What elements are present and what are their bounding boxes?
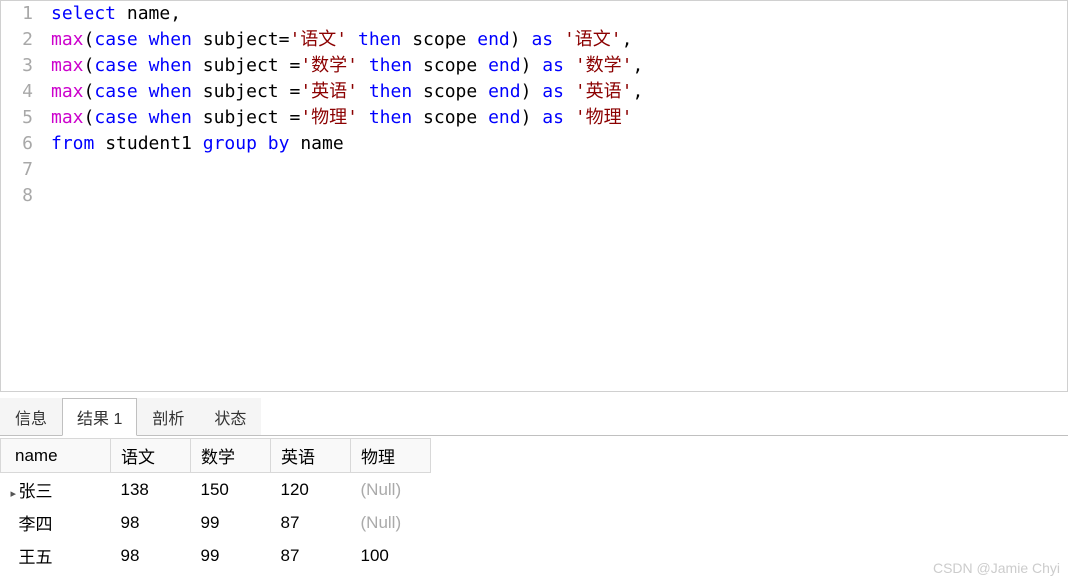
table-cell[interactable]: 138: [111, 473, 191, 507]
column-header[interactable]: name: [1, 439, 111, 473]
table-row[interactable]: 王五989987100: [1, 539, 431, 572]
result-grid[interactable]: name语文数学英语物理▸张三138150120(Null)李四989987(N…: [0, 438, 431, 572]
table-cell[interactable]: 99: [191, 506, 271, 539]
table-cell[interactable]: 87: [271, 506, 351, 539]
code-content[interactable]: max(case when subject ='数学' then scope e…: [51, 53, 1067, 79]
code-line[interactable]: 7: [1, 157, 1067, 183]
table-row[interactable]: ▸张三138150120(Null): [1, 473, 431, 507]
table-cell[interactable]: 王五: [1, 539, 111, 572]
code-content[interactable]: max(case when subject='语文' then scope en…: [51, 27, 1067, 53]
code-content[interactable]: [51, 157, 1067, 183]
table-cell[interactable]: 87: [271, 539, 351, 572]
code-line[interactable]: 2max(case when subject='语文' then scope e…: [1, 27, 1067, 53]
table-cell[interactable]: 120: [271, 473, 351, 507]
code-content[interactable]: [51, 183, 1067, 209]
row-marker-icon: ▸: [11, 487, 19, 500]
code-line[interactable]: 1select name,: [1, 1, 1067, 27]
table-cell[interactable]: 李四: [1, 506, 111, 539]
code-line[interactable]: 5max(case when subject ='物理' then scope …: [1, 105, 1067, 131]
code-content[interactable]: max(case when subject ='英语' then scope e…: [51, 79, 1067, 105]
table-cell[interactable]: 98: [111, 539, 191, 572]
tab-状态[interactable]: 状态: [199, 398, 261, 435]
tab-结果 1[interactable]: 结果 1: [62, 398, 137, 436]
line-number: 7: [1, 157, 51, 183]
code-content[interactable]: select name,: [51, 1, 1067, 27]
line-number: 4: [1, 79, 51, 105]
column-header[interactable]: 语文: [111, 439, 191, 473]
code-line[interactable]: 8: [1, 183, 1067, 209]
table-cell[interactable]: 98: [111, 506, 191, 539]
code-line[interactable]: 6from student1 group by name: [1, 131, 1067, 157]
code-content[interactable]: max(case when subject ='物理' then scope e…: [51, 105, 1067, 131]
column-header[interactable]: 英语: [271, 439, 351, 473]
table-cell[interactable]: ▸张三: [1, 473, 111, 507]
line-number: 8: [1, 183, 51, 209]
line-number: 3: [1, 53, 51, 79]
table-cell[interactable]: (Null): [351, 473, 431, 507]
table-cell[interactable]: 99: [191, 539, 271, 572]
code-content[interactable]: from student1 group by name: [51, 131, 1067, 157]
watermark: CSDN @Jamie Chyi: [933, 560, 1060, 576]
line-number: 5: [1, 105, 51, 131]
result-tabs: 信息结果 1剖析状态: [0, 398, 1068, 436]
table-cell[interactable]: (Null): [351, 506, 431, 539]
column-header[interactable]: 数学: [191, 439, 271, 473]
line-number: 1: [1, 1, 51, 27]
table-cell[interactable]: 150: [191, 473, 271, 507]
code-line[interactable]: 3max(case when subject ='数学' then scope …: [1, 53, 1067, 79]
sql-editor[interactable]: 1select name,2max(case when subject='语文'…: [0, 0, 1068, 392]
column-header[interactable]: 物理: [351, 439, 431, 473]
tab-信息[interactable]: 信息: [0, 398, 62, 435]
code-line[interactable]: 4max(case when subject ='英语' then scope …: [1, 79, 1067, 105]
tab-剖析[interactable]: 剖析: [137, 398, 199, 435]
line-number: 6: [1, 131, 51, 157]
table-cell[interactable]: 100: [351, 539, 431, 572]
line-number: 2: [1, 27, 51, 53]
table-row[interactable]: 李四989987(Null): [1, 506, 431, 539]
table-header-row: name语文数学英语物理: [1, 439, 431, 473]
